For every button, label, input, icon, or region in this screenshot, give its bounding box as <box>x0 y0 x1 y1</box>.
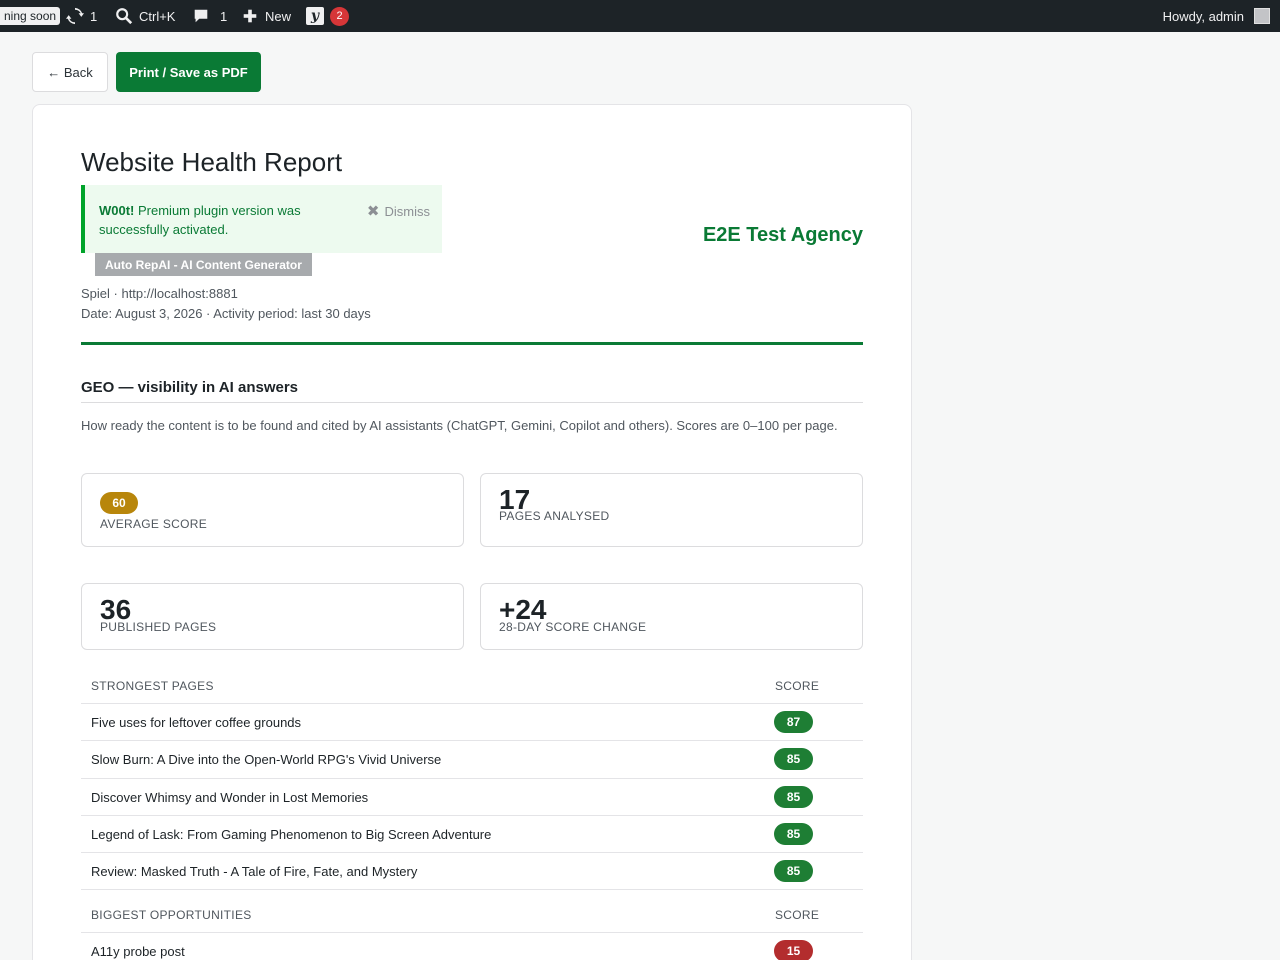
table-row[interactable]: A11y probe post 15 <box>81 933 863 960</box>
score-badge: 15 <box>774 940 813 960</box>
plugin-tag: Auto RepAI - AI Content Generator <box>95 253 312 276</box>
success-notice: W00t! Premium plugin version was success… <box>81 185 442 253</box>
score-change-label: 28-day score change <box>499 620 647 634</box>
search-shortcut[interactable]: Ctrl+K <box>115 0 175 32</box>
score-badge: 85 <box>774 748 813 771</box>
score-badge: 85 <box>774 860 813 882</box>
dismiss-button[interactable]: ✖ Dismiss <box>367 202 430 221</box>
yoast-notification-badge: 2 <box>330 6 349 26</box>
date-line: Date: August 3, 2026 · Activity period: … <box>81 306 371 321</box>
average-score-pill: 60 <box>100 492 138 514</box>
pages-analysed-label: Pages analysed <box>499 509 610 523</box>
table-header: Strongest pages Score <box>81 666 863 704</box>
page-title: Review: Masked Truth - A Tale of Fire, F… <box>91 864 418 879</box>
comments-menu[interactable]: 1 <box>192 0 227 32</box>
score-header: Score <box>775 679 820 693</box>
section-divider <box>81 402 863 403</box>
header-divider <box>81 342 863 345</box>
print-save-pdf-button[interactable]: Print / Save as PDF <box>116 52 261 92</box>
strongest-pages-header: Strongest pages <box>91 679 214 693</box>
report-title: Website Health Report <box>81 147 343 177</box>
refresh-icon <box>66 7 84 25</box>
comments-count: 1 <box>220 8 228 24</box>
geo-description: How ready the content is to be found and… <box>81 418 838 433</box>
page-title: A11y probe post <box>91 944 185 959</box>
page-title: Five uses for leftover coffee grounds <box>91 715 302 730</box>
table-row[interactable]: Legend of Lask: From Gaming Phenomenon t… <box>81 816 863 853</box>
page-title: Slow Burn: A Dive into the Open-World RP… <box>91 752 442 768</box>
notice-strong: W00t! <box>99 203 135 218</box>
coming-soon-badge[interactable]: ning soon <box>0 7 61 25</box>
opportunities-header: Biggest opportunities <box>91 908 252 922</box>
table-header: Biggest opportunities Score <box>81 895 863 933</box>
howdy-label: Howdy, admin <box>1162 8 1244 24</box>
score-badge: 87 <box>774 711 813 733</box>
account-menu[interactable]: Howdy, admin <box>1163 0 1270 32</box>
average-score-label: Average score <box>100 517 208 531</box>
updates-count: 1 <box>90 8 98 24</box>
updates-menu[interactable]: 1 <box>66 0 97 32</box>
score-badge: 85 <box>774 822 813 845</box>
agency-name: E2E Test Agency <box>702 224 863 246</box>
published-pages-label: Published pages <box>100 620 217 634</box>
back-button[interactable]: ← Back <box>32 52 108 92</box>
yoast-logo-icon: y <box>306 7 324 25</box>
table-row[interactable]: Slow Burn: A Dive into the Open-World RP… <box>81 741 863 779</box>
strongest-pages-table: Strongest pages Score Five uses for left… <box>81 666 863 891</box>
score-header: Score <box>775 908 820 922</box>
search-shortcut-label: Ctrl+K <box>139 8 176 24</box>
geo-section-heading: GEO — visibility in AI answers <box>81 379 299 396</box>
page-title: Legend of Lask: From Gaming Phenomenon t… <box>91 826 492 842</box>
dismiss-label: Dismiss <box>384 204 431 219</box>
close-icon: ✖ <box>366 203 380 220</box>
stat-score-change: +24 28-day score change <box>480 583 863 650</box>
score-badge: 85 <box>774 785 813 808</box>
admin-bar: ning soon 1 Ctrl+K 1 New y 2 Howdy, admi… <box>0 0 1280 32</box>
stat-published-pages: 36 Published pages <box>81 583 464 650</box>
yoast-menu[interactable]: y 2 <box>306 0 349 32</box>
report-card: Website Health Report W00t! Premium plug… <box>32 104 912 960</box>
comment-icon <box>192 7 210 25</box>
new-label: New <box>265 8 292 24</box>
avatar <box>1254 8 1270 24</box>
table-row[interactable]: Review: Masked Truth - A Tale of Fire, F… <box>81 853 863 891</box>
search-icon <box>115 7 133 25</box>
table-row[interactable]: Discover Whimsy and Wonder in Lost Memor… <box>81 779 863 816</box>
opportunities-table: Biggest opportunities Score A11y probe p… <box>81 895 863 960</box>
table-row[interactable]: Five uses for leftover coffee grounds 87 <box>81 704 863 742</box>
page-title: Discover Whimsy and Wonder in Lost Memor… <box>91 789 369 805</box>
site-line: Spiel · http://localhost:8881 <box>81 286 238 301</box>
plus-icon <box>241 7 259 25</box>
stat-pages-analysed: 17 Pages analysed <box>480 473 863 547</box>
new-content-menu[interactable]: New <box>241 0 291 32</box>
stat-average-score: 60 Average score <box>81 473 464 547</box>
